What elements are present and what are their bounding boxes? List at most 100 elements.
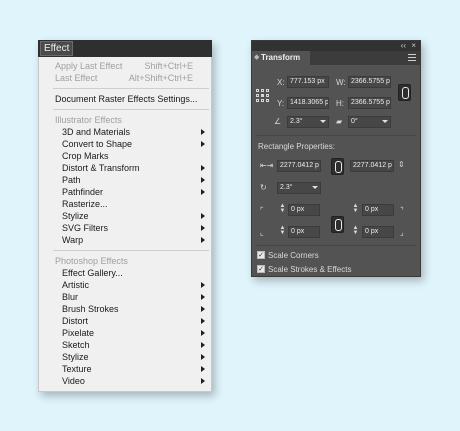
menu-item-label: Pathfinder [62, 187, 104, 197]
menu-item-label: Distort & Transform [62, 163, 140, 173]
menu-item-texture[interactable]: Texture [39, 363, 211, 375]
menu-item-effect-gallery[interactable]: Effect Gallery... [39, 267, 211, 279]
effect-menu-title[interactable]: Effect [40, 41, 74, 56]
submenu-arrow-icon [201, 306, 205, 312]
y-field[interactable]: 1418.3065 p [287, 97, 329, 109]
menu-item-svg-filters[interactable]: SVG Filters [39, 222, 211, 234]
submenu-arrow-icon [201, 342, 205, 348]
rotate-field[interactable]: 2.3° [287, 116, 329, 128]
submenu-arrow-icon [201, 330, 205, 336]
shear-value: 0° [351, 118, 358, 125]
menu-item-blur[interactable]: Blur [39, 291, 211, 303]
panel-title-bar[interactable]: ‹‹ × [252, 41, 420, 51]
effect-menu: Effect Apply Last Effect Shift+Ctrl+E La… [38, 40, 212, 392]
corner-bottom-right-field[interactable]: 0 px [362, 226, 394, 238]
stepper-icon[interactable]: ▲ ▼ [279, 225, 286, 238]
menu-item-pathfinder[interactable]: Pathfinder [39, 186, 211, 198]
reference-point-icon[interactable] [256, 89, 269, 102]
menu-item-label: Effect Gallery... [62, 268, 123, 278]
document-raster-effects-item[interactable]: Document Raster Effects Settings... [39, 93, 211, 105]
menu-item-label: Rasterize... [62, 199, 108, 209]
menu-item-distort[interactable]: Distort [39, 315, 211, 327]
corner-top-left-field[interactable]: 0 px [288, 204, 320, 216]
menu-item-artistic[interactable]: Artistic [39, 279, 211, 291]
menu-item-pixelate[interactable]: Pixelate [39, 327, 211, 339]
y-label: Y: [277, 99, 285, 108]
close-panel-icon[interactable]: × [411, 41, 416, 50]
menu-item-warp[interactable]: Warp [39, 234, 211, 246]
chevron-down-icon[interactable] [382, 120, 388, 123]
stepper-icon[interactable]: ▲ ▼ [279, 203, 286, 216]
tab-transform-label: Transform [261, 53, 301, 62]
menu-item-distort-transform[interactable]: Distort & Transform [39, 162, 211, 174]
rect-width-field[interactable]: 2277.0412 p [277, 160, 321, 172]
menu-separator [53, 109, 209, 110]
photoshop-effects-list: Effect Gallery... Artistic Blur Brush Strok… [39, 267, 211, 387]
submenu-arrow-icon [201, 237, 205, 243]
scale-corners-label: Scale Corners [268, 251, 319, 260]
rotate-icon: ∠ [274, 117, 282, 126]
menu-item-stylize[interactable]: Stylize [39, 210, 211, 222]
menu-item-label: Stylize [62, 352, 89, 362]
menu-item-3d-and-materials[interactable]: 3D and Materials [39, 126, 211, 138]
chevron-down-icon[interactable] [312, 186, 318, 189]
menu-separator [53, 88, 209, 89]
menu-item-label: Sketch [62, 340, 90, 350]
w-field[interactable]: 2366.5755 p [348, 76, 391, 88]
link-rect-dimensions-icon[interactable] [331, 158, 344, 175]
panel-menu-icon[interactable] [408, 54, 416, 63]
x-label: X: [277, 78, 285, 87]
menu-item-label: Texture [62, 364, 92, 374]
x-field[interactable]: 777.153 px [287, 76, 329, 88]
h-field[interactable]: 2366.5755 p [348, 97, 391, 109]
divider [256, 135, 416, 136]
menu-item-label: Distort [62, 316, 89, 326]
menu-item-label: Artistic [62, 280, 89, 290]
menu-item-label: Pixelate [62, 328, 95, 338]
submenu-arrow-icon [201, 165, 205, 171]
corner-top-left-icon: ⌜ [260, 206, 264, 215]
illustrator-effects-list: 3D and Materials Convert to Shape Crop Mar… [39, 126, 211, 246]
menu-item-convert-to-shape[interactable]: Convert to Shape [39, 138, 211, 150]
menu-item-label: SVG Filters [62, 223, 109, 233]
menu-item-label: Path [62, 175, 81, 185]
menu-item-label: 3D and Materials [62, 127, 131, 137]
stepper-icon[interactable]: ▲ ▼ [352, 225, 359, 238]
panel-expand-icon[interactable]: ◆ [254, 51, 259, 65]
collapse-panel-icon[interactable]: ‹‹ [401, 41, 406, 50]
corner-bottom-left-field[interactable]: 0 px [288, 226, 320, 238]
corner-top-right-field[interactable]: 0 px [362, 204, 394, 216]
stepper-icon[interactable]: ▲ ▼ [352, 203, 359, 216]
chevron-down-icon[interactable] [320, 120, 326, 123]
submenu-arrow-icon [201, 141, 205, 147]
menu-item-label: Blur [62, 292, 79, 302]
menu-item-path[interactable]: Path [39, 174, 211, 186]
apply-last-effect-item: Apply Last Effect Shift+Ctrl+E [39, 60, 211, 72]
photoshop-effects-header: Photoshop Effects [55, 256, 128, 266]
menu-bar: Effect [38, 40, 212, 57]
menu-item-brush-strokes[interactable]: Brush Strokes [39, 303, 211, 315]
link-corner-radius-icon[interactable] [331, 216, 344, 233]
h-label: H: [336, 99, 344, 108]
tab-transform[interactable]: ◆ Transform [252, 51, 310, 65]
menu-item-label: Video [62, 376, 85, 386]
menu-item-crop-marks[interactable]: Crop Marks [39, 150, 211, 162]
scale-strokes-checkbox[interactable]: ✓ [257, 265, 265, 273]
menu-item-rasterize[interactable]: Rasterize... [39, 198, 211, 210]
apply-last-effect-shortcut: Shift+Ctrl+E [144, 61, 193, 71]
submenu-arrow-icon [201, 318, 205, 324]
rect-rotate-field[interactable]: 2.3° [277, 182, 321, 194]
corner-bottom-right-icon: ⌟ [400, 228, 404, 237]
submenu-arrow-icon [201, 177, 205, 183]
menu-item-label: Brush Strokes [62, 304, 119, 314]
last-effect-item: Last Effect Alt+Shift+Ctrl+E [39, 72, 211, 84]
menu-item-stylize[interactable]: Stylize [39, 351, 211, 363]
menu-item-sketch[interactable]: Sketch [39, 339, 211, 351]
menu-item-video[interactable]: Video [39, 375, 211, 387]
constrain-proportions-icon[interactable] [398, 84, 411, 101]
scale-corners-checkbox[interactable]: ✓ [257, 251, 265, 259]
rect-height-field[interactable]: 2277.0412 p [350, 160, 394, 172]
shear-field[interactable]: 0° [348, 116, 391, 128]
rect-rotate-icon: ↻ [260, 183, 267, 192]
submenu-arrow-icon [201, 294, 205, 300]
